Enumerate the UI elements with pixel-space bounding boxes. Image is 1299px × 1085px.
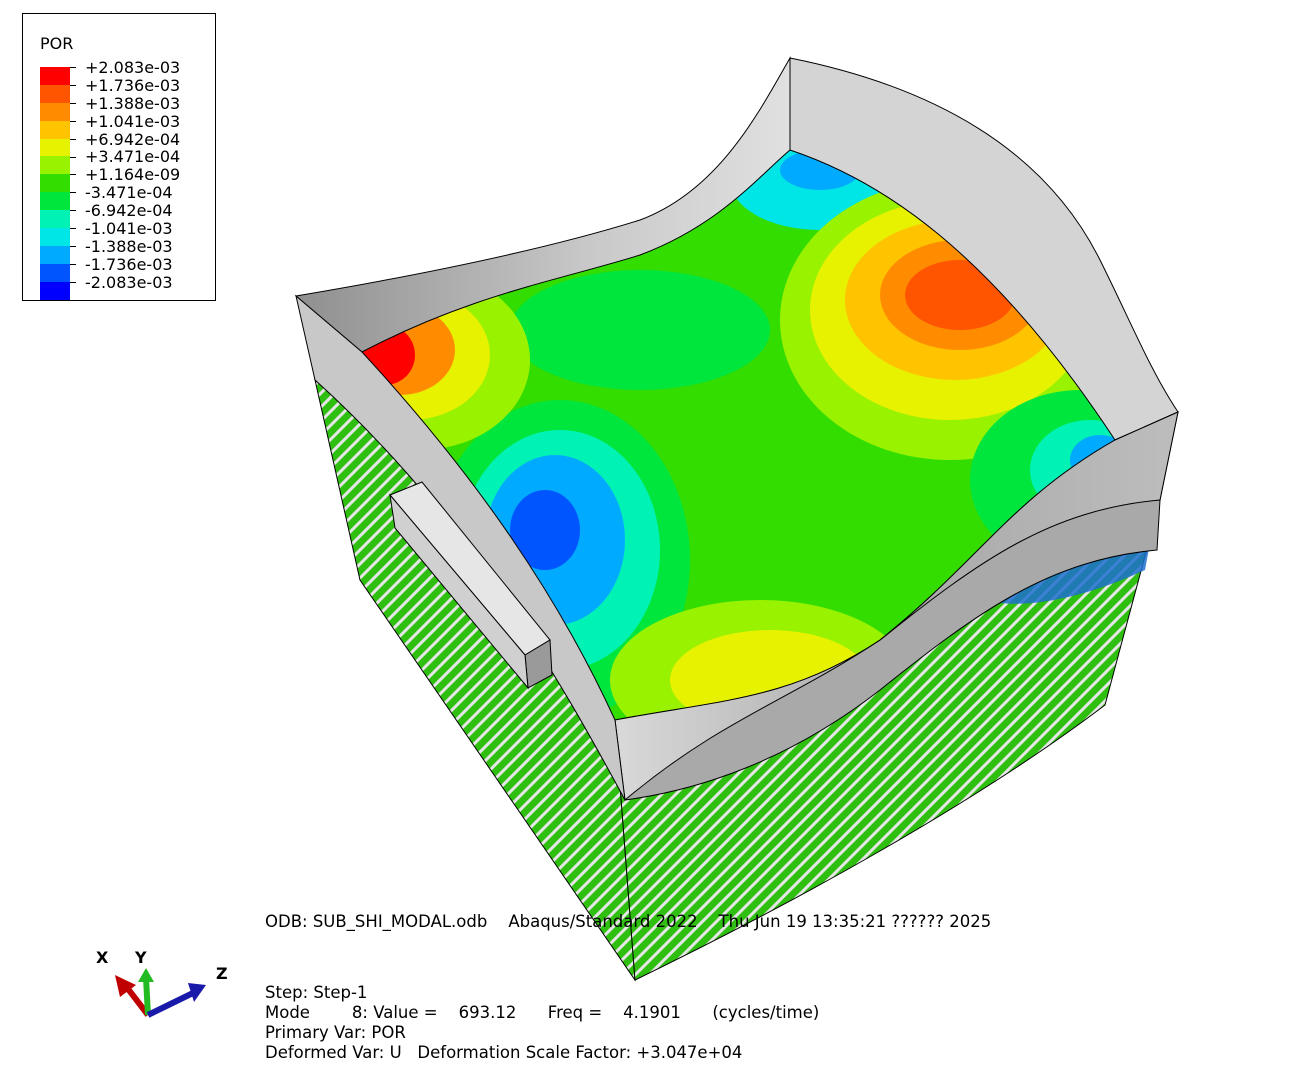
triad-z-label: Z [216,964,228,983]
mode-info-line: Mode 8: Value = 693.12 Freq = 4.1901 (cy… [265,1003,820,1022]
z-axis-arrow [146,990,195,1018]
deformed-var-line: Deformed Var: U Deformation Scale Factor… [265,1043,743,1062]
y-axis-arrow [143,977,151,1016]
triad-y-label: Y [135,948,147,967]
odb-info-line: ODB: SUB_SHI_MODAL.odb Abaqus/Standard 2… [265,912,992,931]
triad-x-label: X [96,948,109,967]
step-info-line: Step: Step-1 [265,983,368,1002]
orientation-triad [115,968,206,1018]
primary-var-line: Primary Var: POR [265,1023,406,1042]
